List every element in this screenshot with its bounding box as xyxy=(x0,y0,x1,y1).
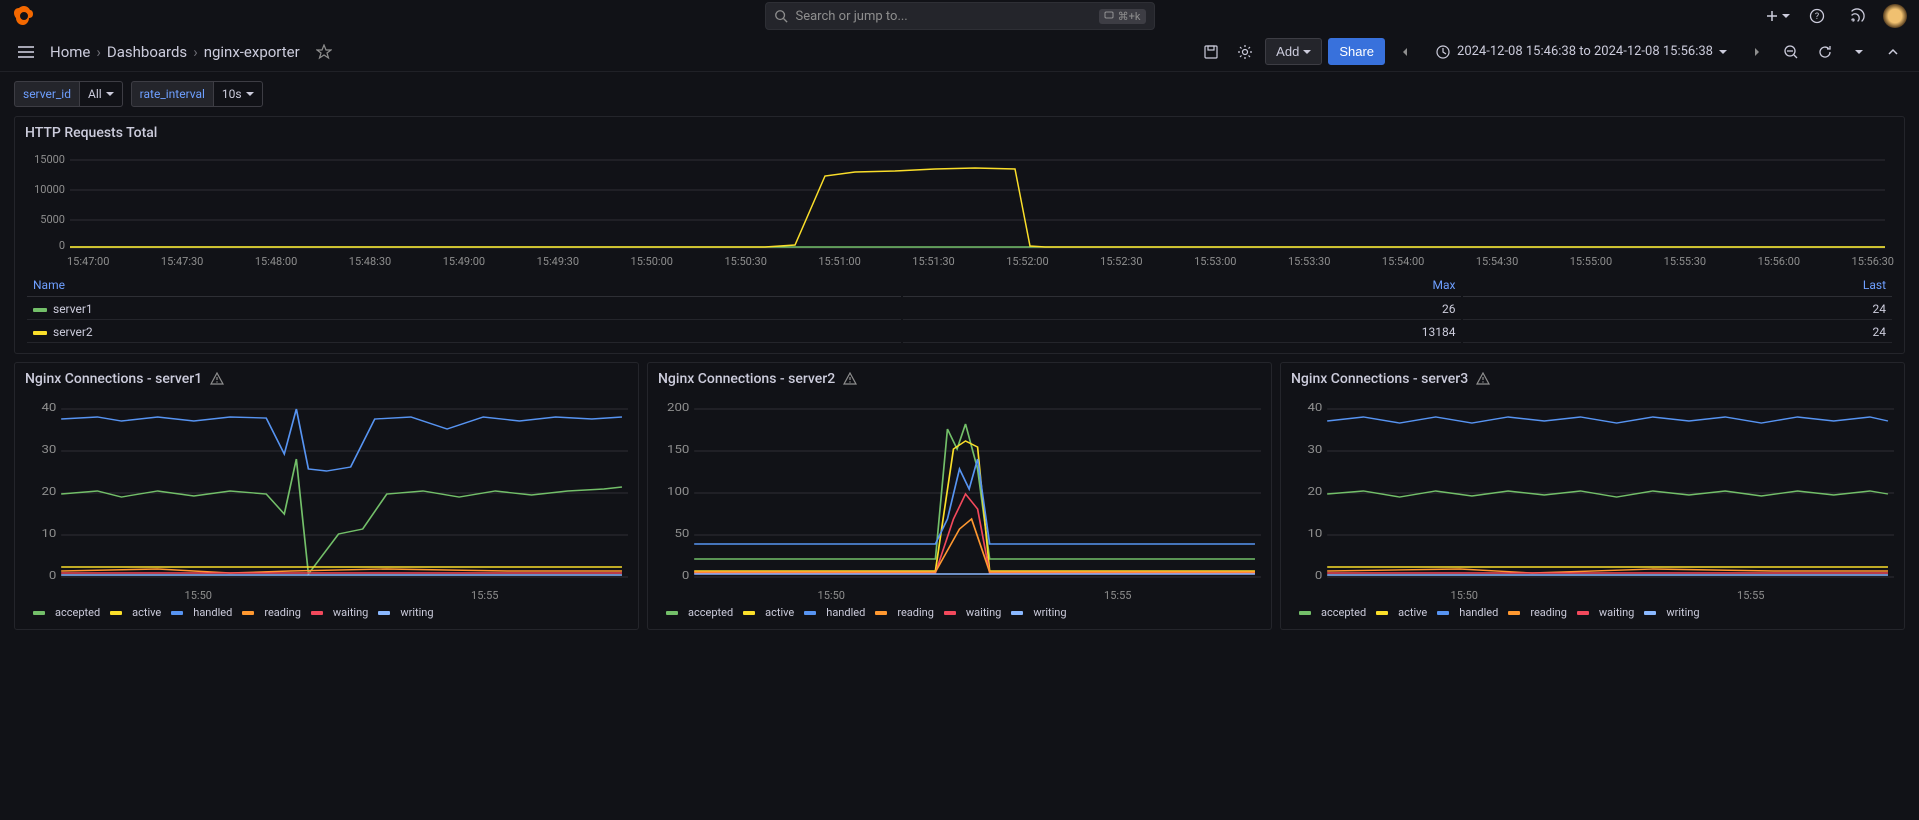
chart-connections[interactable]: 40 30 20 10 0 15:5015:55 xyxy=(1291,399,1894,602)
legend-item[interactable]: handled xyxy=(1437,606,1498,619)
add-menu-icon[interactable] xyxy=(1763,2,1791,30)
legend-item[interactable]: writing xyxy=(1644,606,1699,619)
menu-toggle-icon[interactable] xyxy=(12,38,40,66)
var-rate-value[interactable]: 10s xyxy=(213,81,263,107)
legend-item[interactable]: waiting xyxy=(944,606,1001,619)
svg-text:150: 150 xyxy=(667,443,690,456)
panel-http-requests: HTTP Requests Total 15000 10000 5000 0 15:4… xyxy=(14,116,1905,354)
refresh-interval-icon[interactable] xyxy=(1845,38,1873,66)
dashboard-settings-icon[interactable] xyxy=(1231,38,1259,66)
chart-connections[interactable]: 40 30 20 10 0 15:5015:55 xyxy=(25,399,628,602)
legend-item[interactable]: reading xyxy=(1508,606,1567,619)
panel-nginx-connections: Nginx Connections - server3 40 30 20 10 0 15… xyxy=(1280,362,1905,630)
search-icon xyxy=(774,9,788,23)
share-button[interactable]: Share xyxy=(1328,38,1385,65)
refresh-icon[interactable] xyxy=(1811,38,1839,66)
breadcrumb-current[interactable]: nginx-exporter xyxy=(204,43,300,61)
svg-text:0: 0 xyxy=(49,569,57,582)
chevron-right-icon: › xyxy=(193,43,198,61)
legend: accepted active handled reading waiting writi… xyxy=(658,602,1261,621)
chart-http-requests[interactable]: 15000 10000 5000 0 15:47:0015:47:3015:48:00… xyxy=(25,153,1894,268)
svg-text:20: 20 xyxy=(41,485,56,498)
svg-text:30: 30 xyxy=(1307,443,1322,456)
breadcrumb-home[interactable]: Home xyxy=(50,43,90,61)
legend-item[interactable]: accepted xyxy=(666,606,733,619)
svg-text:100: 100 xyxy=(667,485,690,498)
add-panel-button[interactable]: Add xyxy=(1265,38,1322,65)
x-axis-ticks: 15:5015:55 xyxy=(1291,589,1894,602)
clock-icon xyxy=(1435,44,1451,60)
global-search[interactable]: Search or jump to... ⌘+k xyxy=(765,2,1155,30)
warning-icon xyxy=(1476,372,1490,386)
legend-item[interactable]: accepted xyxy=(33,606,100,619)
time-next-icon[interactable] xyxy=(1743,38,1771,66)
panel-title[interactable]: Nginx Connections - server1 xyxy=(15,363,638,395)
svg-text:40: 40 xyxy=(41,401,56,414)
save-dashboard-icon[interactable] xyxy=(1197,38,1225,66)
svg-text:10: 10 xyxy=(1307,527,1322,540)
panel-nginx-connections: Nginx Connections - server2 200 150 100 50 0… xyxy=(647,362,1272,630)
legend: accepted active handled reading waiting writi… xyxy=(25,602,628,621)
svg-text:40: 40 xyxy=(1307,401,1322,414)
legend-row[interactable]: server21318424 xyxy=(27,322,1892,343)
svg-text:200: 200 xyxy=(667,401,690,414)
legend-col-max[interactable]: Max xyxy=(903,274,1461,297)
zoom-out-icon[interactable] xyxy=(1777,38,1805,66)
collapse-icon[interactable] xyxy=(1879,38,1907,66)
x-axis-ticks: 15:5015:55 xyxy=(25,589,628,602)
help-icon[interactable]: ? xyxy=(1803,2,1831,30)
favorite-star-icon[interactable] xyxy=(310,38,338,66)
panel-title[interactable]: HTTP Requests Total xyxy=(15,117,1904,149)
legend-item[interactable]: accepted xyxy=(1299,606,1366,619)
panel-title[interactable]: Nginx Connections - server2 xyxy=(648,363,1271,395)
legend: accepted active handled reading waiting writi… xyxy=(1291,602,1894,621)
var-rate-label: rate_interval xyxy=(131,81,214,107)
legend-item[interactable]: reading xyxy=(875,606,934,619)
legend-col-name[interactable]: Name xyxy=(27,274,901,297)
chart-connections[interactable]: 200 150 100 50 0 15:5015:55 xyxy=(658,399,1261,602)
var-server-id-value[interactable]: All xyxy=(79,81,123,107)
time-range-picker[interactable]: 2024-12-08 15:46:38 to 2024-12-08 15:56:… xyxy=(1425,39,1737,65)
breadcrumb: Home › Dashboards › nginx-exporter xyxy=(50,43,300,61)
svg-text:?: ? xyxy=(1815,12,1819,22)
legend-item[interactable]: active xyxy=(110,606,161,619)
search-kbd: ⌘+k xyxy=(1099,9,1146,24)
svg-text:0: 0 xyxy=(682,569,690,582)
legend-item[interactable]: writing xyxy=(1011,606,1066,619)
search-placeholder: Search or jump to... xyxy=(796,9,908,24)
svg-text:0: 0 xyxy=(59,239,65,252)
warning-icon xyxy=(210,372,224,386)
time-prev-icon[interactable] xyxy=(1391,38,1419,66)
svg-text:5000: 5000 xyxy=(40,213,65,226)
legend-item[interactable]: active xyxy=(743,606,794,619)
svg-text:30: 30 xyxy=(41,443,56,456)
legend-item[interactable]: handled xyxy=(171,606,232,619)
breadcrumb-dashboards[interactable]: Dashboards xyxy=(107,43,187,61)
grafana-logo-icon[interactable] xyxy=(12,4,36,28)
legend-col-last[interactable]: Last xyxy=(1463,274,1892,297)
legend-item[interactable]: active xyxy=(1376,606,1427,619)
svg-text:50: 50 xyxy=(674,527,689,540)
legend-item[interactable]: waiting xyxy=(311,606,368,619)
legend-row[interactable]: server12624 xyxy=(27,299,1892,320)
var-server-id-label: server_id xyxy=(14,81,80,107)
legend-item[interactable]: reading xyxy=(242,606,301,619)
svg-text:15000: 15000 xyxy=(34,153,65,166)
legend-item[interactable]: writing xyxy=(378,606,433,619)
legend-item[interactable]: waiting xyxy=(1577,606,1634,619)
x-axis-ticks: 15:5015:55 xyxy=(658,589,1261,602)
panel-title[interactable]: Nginx Connections - server3 xyxy=(1281,363,1904,395)
panel-nginx-connections: Nginx Connections - server1 40 30 20 10 0 15… xyxy=(14,362,639,630)
x-axis-ticks: 15:47:0015:47:3015:48:0015:48:3015:49:00… xyxy=(25,253,1894,268)
legend-table: Name Max Last server12624server21318424 xyxy=(25,272,1894,345)
legend-item[interactable]: handled xyxy=(804,606,865,619)
svg-text:10: 10 xyxy=(41,527,56,540)
svg-text:20: 20 xyxy=(1307,485,1322,498)
news-icon[interactable] xyxy=(1843,2,1871,30)
svg-text:0: 0 xyxy=(1315,569,1323,582)
warning-icon xyxy=(843,372,857,386)
chevron-right-icon: › xyxy=(96,43,101,61)
svg-text:10000: 10000 xyxy=(34,183,65,196)
user-avatar[interactable] xyxy=(1883,4,1907,28)
